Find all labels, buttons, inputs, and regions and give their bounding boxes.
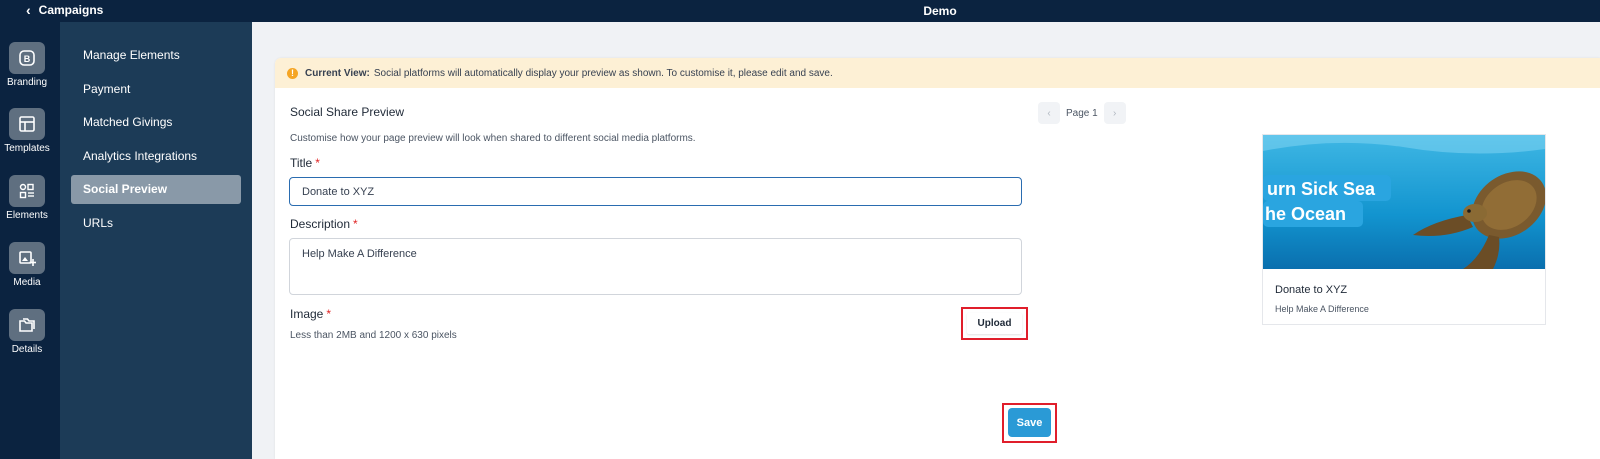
top-bar: ‹ Campaigns Demo <box>0 0 1600 22</box>
chevron-left-icon[interactable]: ‹ <box>1038 102 1060 124</box>
title-input[interactable] <box>289 177 1022 206</box>
title-label-text: Title <box>290 156 313 170</box>
rail-label: Media <box>13 277 41 288</box>
icon-rail: B Branding Templates Elements Media Deta… <box>0 22 60 459</box>
social-preview-card: ! Current View: Social platforms will au… <box>275 58 1600 459</box>
rail-item-details[interactable]: Details <box>0 309 54 355</box>
warning-icon: ! <box>287 67 298 79</box>
upload-button[interactable]: Upload <box>967 313 1022 334</box>
rail-item-elements[interactable]: Elements <box>0 175 54 221</box>
image-hint: Less than 2MB and 1200 x 630 pixels <box>290 330 457 341</box>
current-view-banner: ! Current View: Social platforms will au… <box>275 58 1600 88</box>
required-mark: * <box>315 156 320 170</box>
subnav-item-payment[interactable]: Payment <box>71 75 241 104</box>
rail-label: Elements <box>6 210 48 221</box>
preview-title: Donate to XYZ <box>1275 284 1348 296</box>
preview-image-text-2: he Ocean <box>1265 204 1346 224</box>
rail-item-branding[interactable]: B Branding <box>0 42 54 88</box>
subnav-item-matched-givings[interactable]: Matched Givings <box>71 108 241 137</box>
preview-image: urn Sick Sea he Ocean <box>1263 135 1545 269</box>
section-subtitle: Customise how your page preview will loo… <box>290 133 696 144</box>
templates-icon <box>9 108 45 140</box>
subnav-item-analytics-integrations[interactable]: Analytics Integrations <box>71 142 241 171</box>
settings-subnav: Manage Elements Payment Matched Givings … <box>60 22 252 459</box>
svg-text:B: B <box>24 54 31 64</box>
description-label-text: Description <box>290 217 351 231</box>
upload-highlight: Upload <box>961 307 1028 340</box>
rail-item-media[interactable]: Media <box>0 242 54 288</box>
rail-label: Branding <box>6 77 48 88</box>
page-title: Demo <box>923 4 957 18</box>
description-textarea[interactable]: Help Make A Difference <box>289 238 1022 295</box>
image-label-text: Image <box>290 307 324 321</box>
details-icon <box>9 309 45 341</box>
banner-text: Social platforms will automatically disp… <box>373 67 833 79</box>
section-title: Social Share Preview <box>290 105 405 119</box>
preview-image-text-1: urn Sick Sea <box>1267 179 1376 199</box>
required-mark: * <box>326 307 332 321</box>
rail-label: Details <box>11 344 43 355</box>
chevron-right-icon[interactable]: › <box>1103 102 1126 124</box>
save-highlight: Save <box>1002 403 1057 443</box>
rail-label: Templates <box>4 143 50 154</box>
branding-icon: B <box>9 42 45 74</box>
preview-description: Help Make A Difference <box>1275 304 1369 314</box>
image-label: Image * <box>290 307 331 321</box>
rail-item-templates[interactable]: Templates <box>0 108 54 154</box>
description-label: Description * <box>290 217 358 231</box>
pager: ‹ Page 1 › <box>1038 102 1126 124</box>
elements-icon <box>9 175 45 207</box>
required-mark: * <box>353 217 358 231</box>
pager-label: Page 1 <box>1066 107 1098 119</box>
media-icon <box>9 242 45 274</box>
subnav-item-social-preview[interactable]: Social Preview <box>71 175 241 204</box>
subnav-item-urls[interactable]: URLs <box>71 209 241 238</box>
title-label: Title * <box>290 156 320 170</box>
save-button[interactable]: Save <box>1008 408 1051 437</box>
social-share-preview: urn Sick Sea he Ocean Donate to XYZ Help… <box>1262 134 1546 325</box>
subnav-item-manage-elements[interactable]: Manage Elements <box>71 41 241 70</box>
banner-strong: Current View: <box>305 67 370 79</box>
